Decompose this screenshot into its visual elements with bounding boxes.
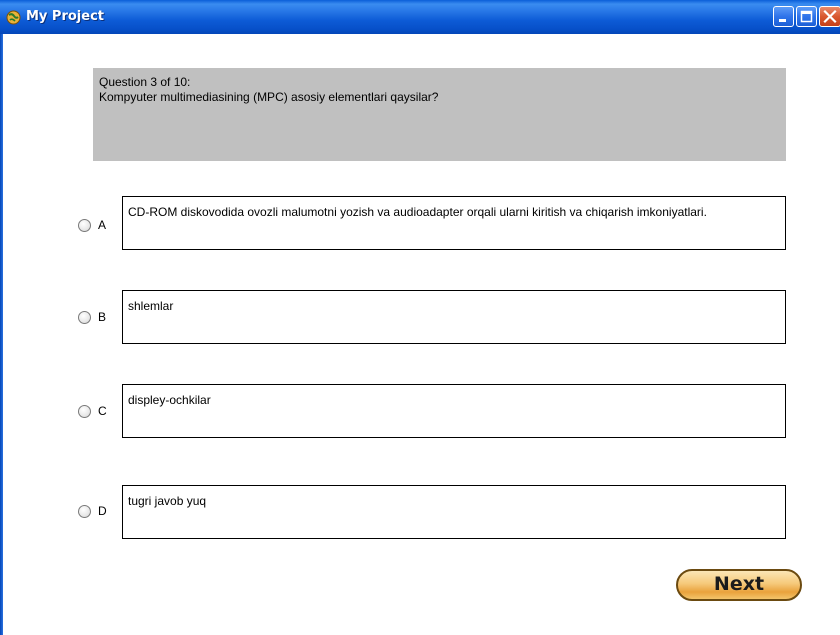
minimize-icon	[779, 19, 786, 22]
answer-text-d[interactable]: tugri javob yuq	[122, 485, 786, 539]
radio-option-d[interactable]	[78, 505, 91, 518]
answer-option-d: D tugri javob yuq	[74, 485, 794, 539]
maximize-icon	[800, 10, 813, 23]
answer-option-a: A CD-ROM diskovodida ovozli malumotni yo…	[74, 196, 794, 250]
close-button[interactable]	[819, 6, 840, 27]
app-globe-icon	[6, 10, 21, 25]
radio-option-b[interactable]	[78, 311, 91, 324]
option-letter-b: B	[98, 310, 107, 324]
minimize-button[interactable]	[773, 6, 794, 27]
option-letter-a: A	[98, 218, 107, 232]
option-letter-d: D	[98, 504, 107, 518]
next-button[interactable]: Next	[676, 569, 802, 601]
question-counter: Question 3 of 10:	[99, 75, 191, 89]
radio-option-a[interactable]	[78, 219, 91, 232]
maximize-button[interactable]	[796, 6, 817, 27]
app-window: My Project Question 3 of 10: Kompyuter m…	[0, 0, 840, 635]
answer-text-b[interactable]: shlemlar	[122, 290, 786, 344]
radio-option-c[interactable]	[78, 405, 91, 418]
answer-option-c: C displey-ochkilar	[74, 384, 794, 438]
question-panel: Question 3 of 10: Kompyuter multimediasi…	[93, 68, 786, 161]
answer-text-c[interactable]: displey-ochkilar	[122, 384, 786, 438]
answer-option-b: B shlemlar	[74, 290, 794, 344]
option-letter-c: C	[98, 404, 107, 418]
question-text: Kompyuter multimediasining (MPC) asosiy …	[99, 90, 439, 104]
window-title: My Project	[26, 9, 104, 24]
title-bar[interactable]: My Project	[0, 0, 840, 34]
answer-text-a[interactable]: CD-ROM diskovodida ovozli malumotni yozi…	[122, 196, 786, 250]
window-frame-left	[0, 34, 3, 635]
close-icon	[823, 9, 837, 24]
